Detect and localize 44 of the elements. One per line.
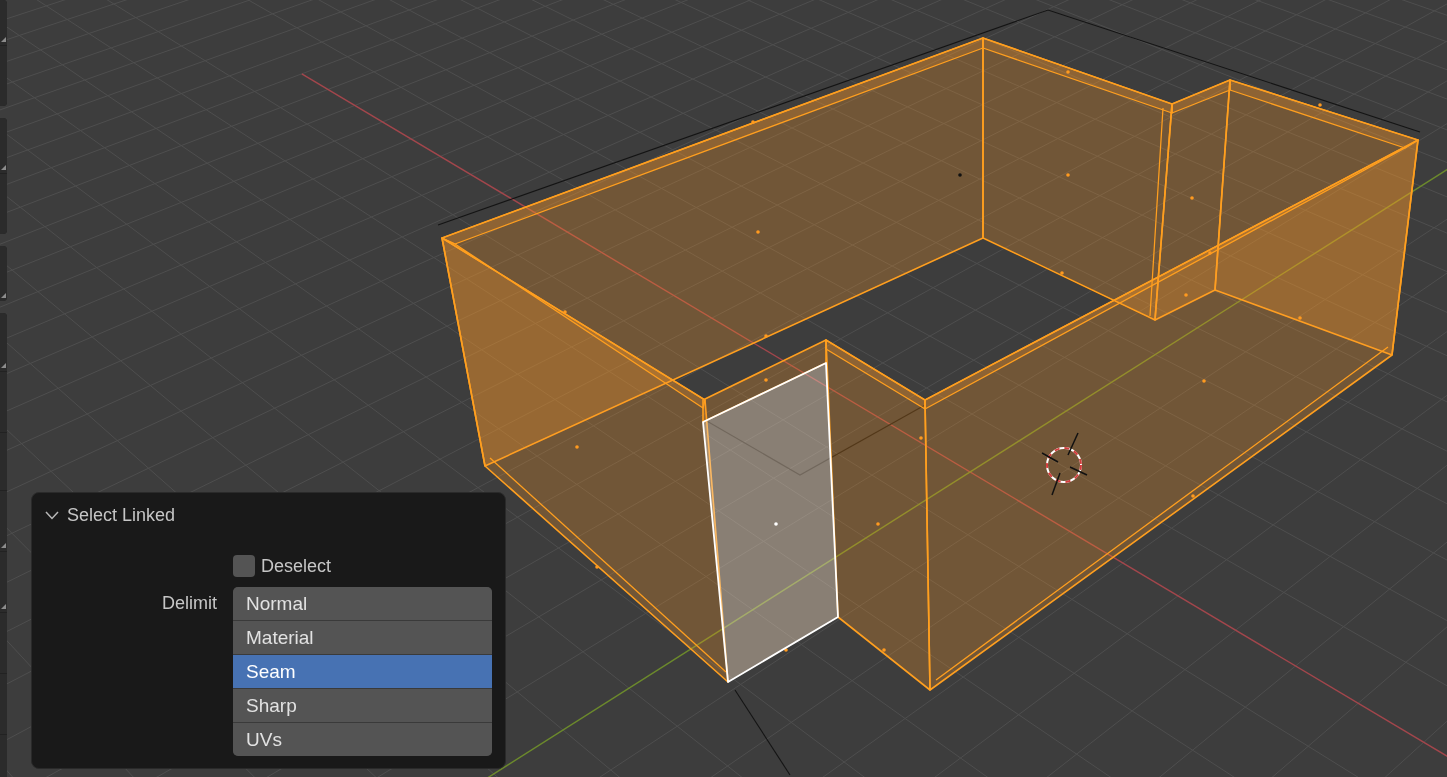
- face-center-dot: [919, 436, 923, 440]
- option-item[interactable]: Normal: [233, 587, 492, 620]
- face-center-dot: [1298, 316, 1302, 320]
- option-item[interactable]: Material: [233, 621, 492, 654]
- corner-triangle-icon: [1, 293, 6, 298]
- face-center-dot: [876, 522, 880, 526]
- face-center-dot: [1060, 271, 1064, 275]
- face-center-dot: [1208, 251, 1212, 255]
- face-center-dot: [595, 565, 599, 569]
- corner-triangle-icon: [1, 37, 6, 42]
- face-center-dot: [882, 648, 886, 652]
- face-center-dot: [1190, 196, 1194, 200]
- tool-button[interactable]: [0, 246, 7, 301]
- face-center-dot: [784, 648, 788, 652]
- face-center-dot: [1191, 494, 1195, 498]
- corner-triangle-icon: [1, 604, 6, 609]
- checkbox[interactable]: [233, 555, 255, 577]
- face-center-dot: [958, 173, 962, 177]
- tool-button[interactable]: [0, 552, 7, 612]
- face-center-dot: [1184, 293, 1188, 297]
- tool-button[interactable]: [0, 491, 7, 551]
- face-center-dot: [563, 310, 567, 314]
- tool-button[interactable]: [0, 313, 7, 371]
- option-item[interactable]: Seam: [233, 655, 492, 688]
- face-center-dot: [751, 120, 755, 124]
- corner-triangle-icon: [1, 363, 6, 368]
- face-center-dot: [756, 230, 760, 234]
- option-item[interactable]: Sharp: [233, 689, 492, 722]
- face-center-dot: [575, 445, 579, 449]
- corner-triangle-icon: [1, 165, 6, 170]
- panel-header-toggle[interactable]: Select Linked: [45, 501, 176, 529]
- checkbox-label: Deselect: [261, 555, 332, 577]
- tool-button[interactable]: [0, 118, 7, 173]
- option-item[interactable]: UVs: [233, 723, 492, 756]
- face-center-dot: [1202, 379, 1206, 383]
- face-center-dot: [1066, 70, 1070, 74]
- face-center-dot: [764, 378, 768, 382]
- corner-triangle-icon: [1, 543, 6, 548]
- face-center-dot: [764, 334, 768, 338]
- tool-button[interactable]: [0, 0, 7, 45]
- crosshair-icon: [1041, 432, 1088, 496]
- field-label: Delimit: [162, 592, 217, 615]
- face-center-dot: [1066, 173, 1070, 177]
- face-center-dot: [1318, 103, 1322, 107]
